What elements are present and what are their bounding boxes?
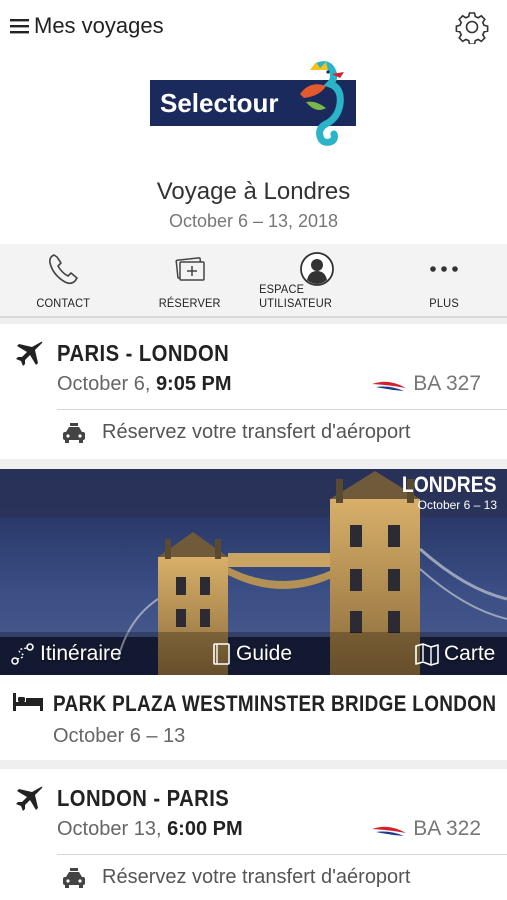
transfer-text: Réservez votre transfert d'aéroport [102, 421, 411, 443]
map-icon [415, 642, 439, 666]
taxi-icon [63, 867, 85, 888]
flight-time: 9:05 PM [155, 373, 232, 395]
divider [57, 854, 507, 855]
destination-label: LONDRES October 6 – 13 [389, 472, 497, 512]
map-label: Carte [444, 641, 496, 665]
hotel-dates: October 6 – 13 [53, 725, 186, 747]
itinerary-label: Itinéraire [40, 641, 122, 665]
guide-label: Guide [236, 641, 293, 665]
destination-dates: October 6 – 13 [417, 498, 497, 512]
airplane-icon [16, 786, 43, 811]
flight-route: LONDON - PARIS [57, 785, 230, 811]
action-toolbar: CONTACT RÉSERVER ESPACE UTILISATEUR PLUS [0, 244, 507, 318]
book-icon [213, 642, 230, 665]
flight-route: PARIS - LONDON [57, 340, 230, 366]
hotel-name: PARK PLAZA WESTMINSTER BRIDGE LONDON [53, 691, 497, 716]
tickets-icon [175, 257, 205, 281]
transfer-link[interactable]: Réservez votre transfert d'aéroport [62, 866, 410, 889]
flight-card-outbound[interactable]: PARIS - LONDON October 6, 9:05 PM BA 327… [0, 324, 507, 459]
itinerary-link[interactable]: Itinéraire [10, 642, 122, 666]
reserve-button[interactable]: RÉSERVER [127, 244, 254, 316]
transfer-text: Réservez votre transfert d'aéroport [102, 866, 411, 888]
map-link[interactable]: Carte [414, 642, 495, 666]
user-space-label: ESPACE UTILISATEUR [258, 282, 332, 310]
divider [57, 409, 507, 410]
bed-icon [13, 693, 43, 711]
hamburger-icon [10, 19, 29, 34]
trip-dates: October 6 – 13, 2018 [168, 211, 339, 231]
trip-title: Voyage à Londres [156, 178, 351, 205]
more-button[interactable]: PLUS [380, 244, 507, 316]
contact-label: CONTACT [36, 296, 91, 310]
flight-number: BA 327 [413, 372, 481, 395]
destination-links: Itinéraire Guide Carte [0, 632, 507, 675]
destination-city: LONDRES [402, 472, 497, 497]
taxi-icon [63, 422, 85, 443]
contact-button[interactable]: CONTACT [0, 244, 127, 316]
reserve-label: RÉSERVER [159, 296, 222, 310]
more-label: PLUS [428, 296, 459, 310]
phone-icon [49, 254, 79, 285]
menu-button[interactable]: Mes voyages [10, 12, 164, 40]
user-space-button[interactable]: ESPACE UTILISATEUR [254, 244, 381, 316]
flight-card-return[interactable]: LONDON - PARIS October 13, 6:00 PM BA 32… [0, 769, 507, 900]
flight-date-day: October 6, [57, 373, 156, 395]
guide-link[interactable]: Guide [212, 642, 292, 666]
british-airways-logo [372, 381, 406, 391]
selectour-logo: Selectour [150, 61, 356, 146]
more-icon [429, 266, 458, 272]
flight-date: October 6, 9:05 PM [57, 373, 232, 396]
flight-time: 6:00 PM [167, 818, 243, 840]
flight-date: October 13, 6:00 PM [57, 818, 243, 841]
route-icon [11, 642, 34, 665]
transfer-link[interactable]: Réservez votre transfert d'aéroport [62, 421, 410, 444]
flight-date-day: October 13, [57, 818, 168, 840]
menu-label: Mes voyages [34, 13, 164, 38]
hotel-card[interactable]: PARK PLAZA WESTMINSTER BRIDGE LONDON Oct… [0, 675, 507, 760]
svg-text:Selectour: Selectour [160, 88, 279, 118]
airplane-icon [16, 341, 43, 366]
british-airways-logo [372, 826, 406, 836]
trip-header: Mes voyages Selectour Voyage à Londres O… [0, 0, 507, 244]
flight-number: BA 322 [413, 817, 481, 840]
gear-icon[interactable] [455, 10, 489, 44]
